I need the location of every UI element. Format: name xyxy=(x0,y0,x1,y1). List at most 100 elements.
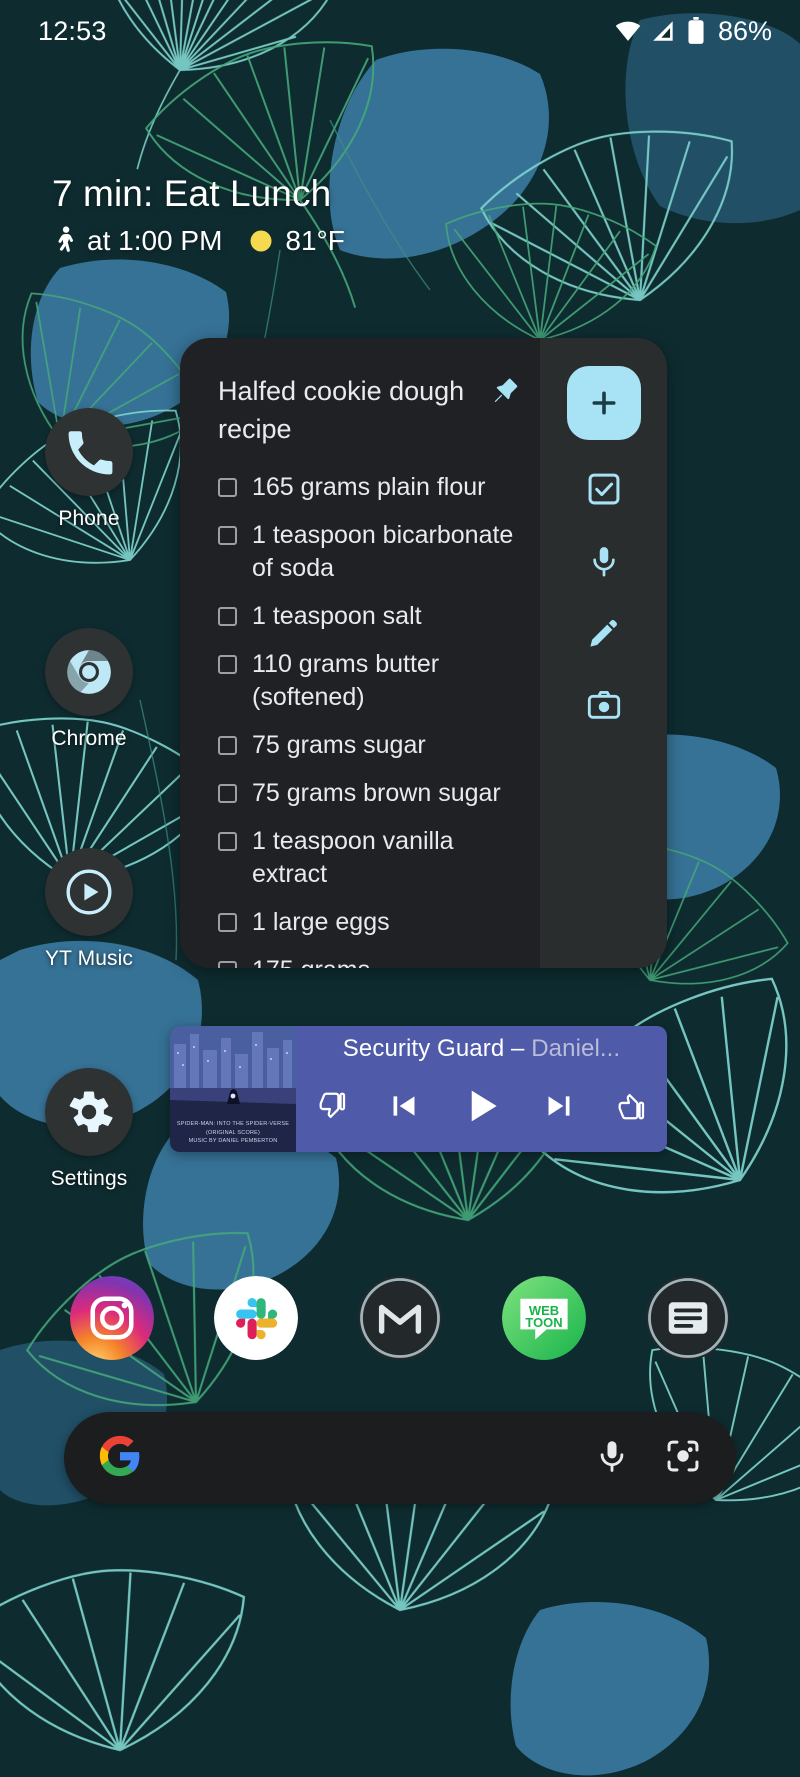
keep-checklist-item[interactable]: 75 grams brown sugar xyxy=(218,777,520,810)
thumbs-up-button[interactable] xyxy=(615,1090,647,1122)
sun-icon xyxy=(250,230,272,252)
dock-item-news[interactable] xyxy=(646,1276,730,1360)
music-player-widget[interactable]: SPIDER-MAN: INTO THE SPIDER-VERSE (ORIGI… xyxy=(170,1026,667,1152)
at-a-glance-title: 7 min: Eat Lunch xyxy=(52,173,332,214)
slack-icon xyxy=(214,1276,298,1360)
phone-icon xyxy=(68,431,113,475)
pin-icon[interactable] xyxy=(492,376,520,409)
status-bar: 12:53 86% xyxy=(0,0,800,62)
music-track-title: Security Guard – Daniel... xyxy=(310,1035,653,1063)
keep-item-checkbox[interactable] xyxy=(218,735,237,755)
track-name: Security Guard xyxy=(342,1035,505,1062)
at-a-glance-time: at 1:00 PM xyxy=(87,224,223,256)
chrome-icon-circle[interactable] xyxy=(45,628,133,716)
thumbs-down-icon xyxy=(319,1092,346,1118)
album-art-caption-line1: SPIDER-MAN: INTO THE SPIDER-VERSE (ORIGI… xyxy=(176,1121,290,1136)
chrome-icon xyxy=(66,650,111,694)
keep-note-header: Halfed cookie dough recipe xyxy=(218,372,520,449)
photo-note-button[interactable] xyxy=(581,682,627,728)
google-search-bar[interactable] xyxy=(64,1412,736,1504)
keep-item-checkbox[interactable] xyxy=(218,960,237,968)
keep-checklist-item[interactable]: 1 teaspoon vanilla extract xyxy=(218,825,520,891)
keep-note-body[interactable]: Halfed cookie dough recipe 165 grams pla… xyxy=(180,338,540,968)
play-icon xyxy=(471,1090,497,1121)
keep-checklist-item[interactable]: 1 teaspoon salt xyxy=(218,600,520,633)
keep-item-checkbox[interactable] xyxy=(218,606,237,626)
svg-text:TOON: TOON xyxy=(525,1315,562,1330)
keep-item-label: 110 grams butter (softened) xyxy=(252,649,440,711)
microphone-icon xyxy=(592,547,615,577)
keep-item-checkbox[interactable] xyxy=(218,783,237,803)
dock-item-instagram[interactable] xyxy=(70,1276,154,1360)
drawing-note-button[interactable] xyxy=(581,610,627,656)
keep-item-label: 1 teaspoon vanilla extract xyxy=(252,826,454,888)
keep-checklist-item[interactable]: 1 teaspoon bicarbonate of soda xyxy=(218,519,520,585)
dock-item-slack[interactable] xyxy=(214,1276,298,1360)
pen-icon xyxy=(589,619,617,647)
gear-icon xyxy=(69,1091,113,1133)
keep-checklist-item[interactable]: 75 grams sugar xyxy=(218,729,520,762)
keep-item-label: 175 grams xyxy=(252,954,370,968)
google-keep-note-widget[interactable]: Halfed cookie dough recipe 165 grams pla… xyxy=(180,338,667,968)
battery-percentage: 86% xyxy=(717,15,772,46)
keep-checklist-item[interactable]: 165 grams plain flour xyxy=(218,471,520,504)
keep-item-checkbox[interactable] xyxy=(218,477,237,497)
skip-previous-icon xyxy=(393,1095,415,1116)
artist-name: Daniel... xyxy=(531,1035,621,1062)
keep-checklist-item[interactable]: 110 grams butter (softened) xyxy=(218,648,520,714)
keep-toolbar[interactable] xyxy=(540,338,667,968)
keep-item-checkbox[interactable] xyxy=(218,831,237,851)
album-art-caption: SPIDER-MAN: INTO THE SPIDER-VERSE (ORIGI… xyxy=(170,1120,296,1145)
dock-item-webtoon[interactable]: WEB TOON xyxy=(502,1276,586,1360)
gear-icon-circle[interactable] xyxy=(45,1068,133,1156)
microphone-icon xyxy=(600,1440,624,1472)
keep-item-label: 165 grams plain flour xyxy=(252,472,486,501)
webtoon-icon: WEB TOON xyxy=(502,1276,586,1360)
at-a-glance-widget[interactable]: 7 min: Eat Lunch at 1:00 PM 81°F xyxy=(52,172,345,257)
keep-item-checkbox[interactable] xyxy=(218,525,237,545)
plus-icon xyxy=(591,391,616,415)
app-icon-phone[interactable]: Phone xyxy=(20,408,158,531)
app-icon-chrome[interactable]: Chrome xyxy=(20,628,158,751)
music-player-body: Security Guard – Daniel... xyxy=(296,1026,667,1152)
thumbs-down-button[interactable] xyxy=(316,1090,348,1122)
status-bar-icons: 86% xyxy=(614,16,772,47)
new-list-button[interactable] xyxy=(581,466,627,512)
google-g-icon-glyph xyxy=(99,1435,140,1476)
keep-item-checkbox[interactable] xyxy=(218,654,237,674)
app-label-phone: Phone xyxy=(58,507,120,530)
app-icon-yt-music[interactable]: YT Music xyxy=(20,848,158,971)
album-art: SPIDER-MAN: INTO THE SPIDER-VERSE (ORIGI… xyxy=(170,1026,296,1152)
keep-item-checkbox[interactable] xyxy=(218,912,237,932)
play-button[interactable] xyxy=(460,1084,504,1128)
youtube-music-icon-circle[interactable] xyxy=(45,848,133,936)
keep-checklist-item[interactable]: 1 large eggs xyxy=(218,906,520,939)
google-lens-button[interactable] xyxy=(664,1437,702,1480)
previous-track-button[interactable] xyxy=(387,1089,421,1123)
music-controls[interactable] xyxy=(310,1063,653,1148)
keep-item-label: 75 grams brown sugar xyxy=(252,778,501,807)
keep-item-label: 75 grams sugar xyxy=(252,730,426,759)
keep-note-title: Halfed cookie dough recipe xyxy=(218,376,465,445)
voice-search-button[interactable] xyxy=(594,1438,630,1479)
google-g-icon[interactable] xyxy=(98,1434,142,1483)
at-a-glance-temperature: 81°F xyxy=(285,224,345,256)
album-art-caption-line2: MUSIC BY DANIEL PEMBERTON xyxy=(188,1137,278,1144)
phone-icon-circle[interactable] xyxy=(45,408,133,496)
dock-item-gmail[interactable] xyxy=(358,1276,442,1360)
camera-icon xyxy=(587,690,620,719)
keep-checklist-item[interactable]: 175 grams xyxy=(218,954,520,968)
next-track-button[interactable] xyxy=(542,1089,576,1123)
youtube-music-icon xyxy=(66,869,112,915)
battery-icon xyxy=(688,17,704,44)
keep-item-label: 1 teaspoon bicarbonate of soda xyxy=(252,520,514,582)
new-note-button[interactable] xyxy=(566,366,641,440)
gmail-icon xyxy=(358,1276,442,1360)
app-icon-settings[interactable]: Settings xyxy=(20,1068,158,1191)
keep-checklist[interactable]: 165 grams plain flour 1 teaspoon bicarbon… xyxy=(218,471,520,968)
cellular-signal-icon xyxy=(653,21,673,41)
status-bar-clock: 12:53 xyxy=(38,15,107,46)
skip-next-icon xyxy=(548,1095,570,1116)
voice-note-button[interactable] xyxy=(581,538,627,584)
checkbox-icon xyxy=(588,473,619,505)
